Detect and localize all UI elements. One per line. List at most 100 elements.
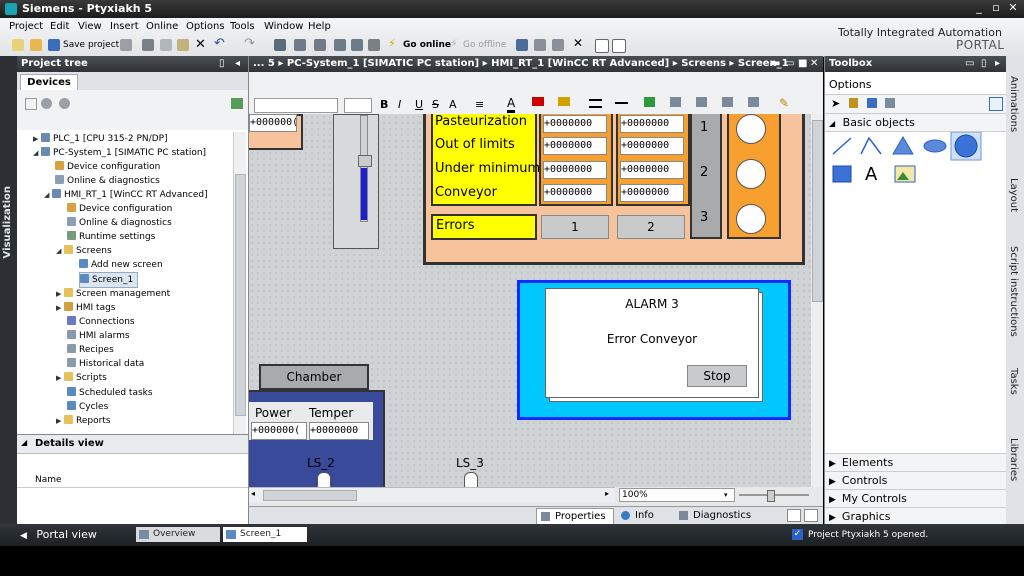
visualization-vertical-tab[interactable]: Visualization bbox=[0, 56, 17, 524]
close-editor-x-icon[interactable]: ✕ bbox=[810, 56, 818, 72]
io-field-c2-r2[interactable]: +0000000 bbox=[620, 137, 684, 155]
toolbox-section-my-controls[interactable]: ▶ My Controls bbox=[825, 489, 1007, 507]
menu-window[interactable]: Window bbox=[264, 21, 303, 32]
toolbox-section-elements[interactable]: ▶ Elements bbox=[825, 453, 1007, 471]
tree-item-screen-management[interactable]: ▶ Screen management bbox=[56, 287, 170, 301]
strikethrough-button[interactable]: S bbox=[432, 98, 439, 111]
tree-item-scheduled-tasks[interactable]: Scheduled tasks bbox=[67, 386, 153, 400]
tree-item-online-diag[interactable]: Online & diagnostics bbox=[55, 174, 160, 188]
tree-scroll-thumb[interactable] bbox=[235, 174, 246, 416]
lamp-3[interactable] bbox=[736, 204, 766, 234]
tree-item-historical-data[interactable]: Historical data bbox=[67, 357, 144, 371]
menu-project[interactable]: Project bbox=[9, 21, 43, 32]
bold-button[interactable]: B bbox=[380, 98, 388, 111]
underline-button[interactable]: U bbox=[415, 98, 423, 111]
tree-options-icon[interactable] bbox=[231, 98, 243, 109]
font-grow-icon[interactable]: A bbox=[449, 98, 457, 111]
tree-item-hmi-tags[interactable]: ▶ HMI tags bbox=[56, 301, 116, 315]
io-field-c1-r2[interactable]: +0000000 bbox=[543, 137, 607, 155]
tree-item-hmi-device-config[interactable]: Device configuration bbox=[67, 202, 172, 216]
simulation-icon[interactable] bbox=[334, 39, 346, 51]
distribute-icon[interactable] bbox=[748, 97, 759, 107]
close-editor-icon[interactable]: ✕ bbox=[573, 36, 583, 50]
line-width-icon[interactable] bbox=[589, 99, 602, 108]
screen-1-tab[interactable]: Screen_1 bbox=[223, 527, 307, 542]
menu-insert[interactable]: Insert bbox=[110, 21, 139, 32]
stop-button[interactable]: Stop bbox=[687, 365, 747, 387]
bar-gauge-slider[interactable] bbox=[358, 155, 372, 167]
details-name-column[interactable]: Name bbox=[35, 475, 62, 485]
error-button-1[interactable]: 1 bbox=[541, 215, 609, 239]
object-fill-icon[interactable] bbox=[644, 97, 655, 107]
zoom-slider[interactable] bbox=[739, 490, 809, 502]
bring-front-icon[interactable] bbox=[696, 97, 707, 107]
overview-tab[interactable]: Overview bbox=[136, 527, 220, 542]
io-field-c1-r1[interactable]: +0000000 bbox=[543, 115, 607, 133]
io-field-temper[interactable]: +0000000 bbox=[309, 422, 369, 440]
go-online-icon[interactable]: ⚡ bbox=[388, 37, 396, 50]
io-field-power[interactable]: +000000( bbox=[251, 422, 307, 440]
align-objects-icon[interactable] bbox=[722, 97, 733, 107]
forward-icon[interactable] bbox=[59, 98, 70, 109]
tree-item-screens[interactable]: ◢ Screens bbox=[56, 244, 112, 258]
toolbox-section-graphics[interactable]: ▶ Graphics bbox=[825, 507, 1007, 525]
font-name-select[interactable] bbox=[254, 98, 338, 113]
tab-info[interactable]: Info bbox=[619, 508, 669, 524]
circle-tool-icon[interactable] bbox=[954, 134, 978, 158]
polyline-tool-icon[interactable] bbox=[860, 136, 882, 155]
upload-icon[interactable] bbox=[314, 39, 326, 51]
pointer-tool-icon[interactable]: ➤ bbox=[831, 97, 840, 110]
copy-icon[interactable] bbox=[160, 39, 172, 51]
tree-item-scripts[interactable]: ▶ Scripts bbox=[56, 371, 107, 385]
line-tool-icon[interactable] bbox=[832, 137, 852, 155]
canvas-h-thumb[interactable] bbox=[263, 490, 357, 501]
zoom-slider-thumb[interactable] bbox=[767, 490, 775, 502]
open-project-icon[interactable] bbox=[30, 39, 42, 51]
editor-breadcrumb[interactable]: ... 5 ▸ PC-System_1 [SIMATIC PC station]… bbox=[249, 58, 789, 69]
print-icon[interactable] bbox=[120, 39, 132, 51]
collapse-left-icon[interactable]: ◂ bbox=[235, 56, 240, 72]
user-tool-icon[interactable] bbox=[849, 98, 858, 108]
fill-color-icon[interactable] bbox=[532, 97, 544, 106]
go-offline-icon[interactable]: ⚡ bbox=[450, 37, 458, 50]
zoom-select[interactable]: 100% ▾ bbox=[619, 488, 735, 502]
undo-icon[interactable]: ↶ bbox=[214, 36, 225, 51]
canvas-vertical-scrollbar[interactable] bbox=[811, 114, 823, 487]
error-button-2[interactable]: 2 bbox=[617, 215, 685, 239]
tab-diagnostics[interactable]: Diagnostics bbox=[677, 508, 767, 524]
font-size-select[interactable] bbox=[344, 98, 372, 113]
list-view-icon[interactable] bbox=[885, 98, 895, 108]
inspector-collapse-icon[interactable] bbox=[787, 509, 801, 522]
go-offline-button[interactable]: Go offline bbox=[463, 40, 506, 50]
format-painter-icon[interactable]: ✎ bbox=[779, 96, 789, 110]
sensor-ls-2[interactable] bbox=[317, 472, 331, 487]
italic-button[interactable]: I bbox=[398, 98, 401, 111]
sensor-ls-3[interactable] bbox=[464, 472, 478, 487]
new-group-icon[interactable] bbox=[25, 98, 37, 110]
delete-icon[interactable]: ✕ bbox=[195, 37, 206, 52]
canvas-horizontal-scrollbar[interactable]: ◂ ▸ bbox=[249, 487, 615, 502]
compile-icon[interactable] bbox=[274, 39, 286, 51]
bar-gauge[interactable] bbox=[333, 114, 379, 249]
ellipse-tool-icon[interactable] bbox=[923, 139, 947, 153]
tree-item-connections[interactable]: Connections bbox=[67, 315, 135, 329]
tab-layout[interactable]: Layout bbox=[1008, 178, 1019, 212]
split-vertical-icon[interactable] bbox=[612, 39, 626, 53]
io-field-c2-r4[interactable]: +0000000 bbox=[620, 184, 684, 202]
tree-item-screen-1[interactable]: Screen_1 bbox=[79, 272, 139, 288]
tree-item-cycles[interactable]: Cycles bbox=[67, 400, 108, 414]
minimize-editor-icon[interactable]: ▬ bbox=[771, 56, 780, 72]
go-online-button[interactable]: Go online bbox=[403, 40, 451, 50]
text-tool-icon[interactable]: A bbox=[865, 164, 877, 185]
panel-toggle-icon[interactable]: ▯ bbox=[219, 56, 225, 72]
minimize-icon[interactable]: _ bbox=[972, 1, 986, 15]
menu-tools[interactable]: Tools bbox=[230, 21, 255, 32]
tab-script-instructions[interactable]: Script instructions bbox=[1008, 246, 1019, 337]
details-view-header[interactable]: ◢ Details view bbox=[17, 435, 248, 454]
canvas-v-thumb[interactable] bbox=[812, 120, 823, 302]
tree-item-device-config[interactable]: Device configuration bbox=[55, 160, 160, 174]
io-field-c2-r3[interactable]: +0000000 bbox=[620, 161, 684, 179]
line-color-icon[interactable] bbox=[558, 97, 570, 106]
download-icon[interactable] bbox=[294, 39, 306, 51]
lamp-1[interactable] bbox=[736, 114, 766, 144]
